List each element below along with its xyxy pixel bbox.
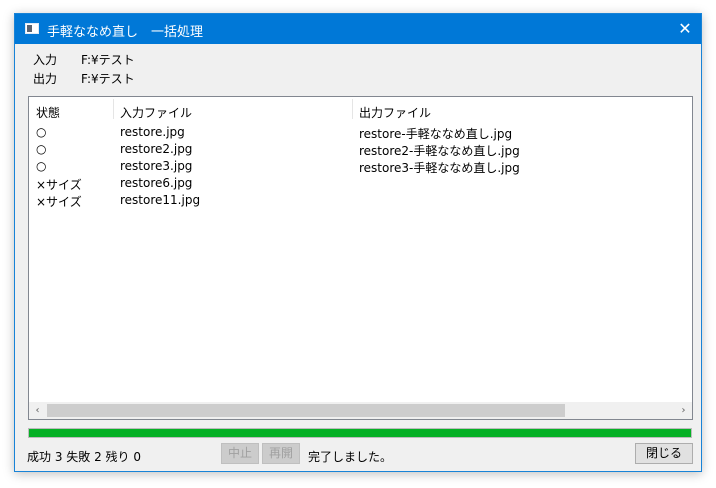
input-file-cell: restore6.jpg bbox=[120, 176, 193, 190]
result-counts: 成功 3 失敗 2 残り 0 bbox=[27, 450, 141, 464]
output-folder-value: F:¥テスト bbox=[81, 72, 135, 86]
input-folder-row: 入力 F:¥テスト bbox=[33, 51, 135, 68]
column-header-state[interactable]: 状態 bbox=[36, 104, 60, 121]
table-row[interactable]: ○ restore.jpg restore-手軽ななめ直し.jpg bbox=[29, 125, 692, 142]
title-bar[interactable]: 手軽ななめ直し 一括処理 ✕ bbox=[15, 14, 701, 44]
app-icon bbox=[25, 23, 39, 34]
status-message: 完了しました。 bbox=[308, 450, 393, 464]
table-row[interactable]: ×サイズ restore11.jpg bbox=[29, 193, 692, 210]
input-file-cell: restore11.jpg bbox=[120, 193, 201, 207]
resume-button[interactable]: 再開 bbox=[262, 443, 300, 464]
input-folder-value: F:¥テスト bbox=[81, 53, 135, 67]
scroll-left-icon[interactable]: ‹ bbox=[29, 402, 46, 419]
column-divider[interactable] bbox=[352, 99, 353, 119]
table-row[interactable]: ○ restore3.jpg restore3-手軽ななめ直し.jpg bbox=[29, 159, 692, 176]
close-window-button[interactable]: ✕ bbox=[669, 14, 701, 44]
input-folder-label: 入力 bbox=[33, 53, 58, 67]
progress-bar bbox=[28, 428, 692, 438]
output-file-cell: restore-手軽ななめ直し.jpg bbox=[359, 127, 513, 141]
window-title: 手軽ななめ直し 一括処理 bbox=[47, 25, 204, 40]
scrollbar-thumb[interactable] bbox=[47, 404, 565, 417]
progress-fill bbox=[29, 429, 691, 437]
table-row[interactable]: ○ restore2.jpg restore2-手軽ななめ直し.jpg bbox=[29, 142, 692, 159]
scroll-right-icon[interactable]: › bbox=[675, 402, 692, 419]
output-file-cell: restore2-手軽ななめ直し.jpg bbox=[359, 144, 520, 158]
state-cell: ○ bbox=[36, 125, 47, 139]
input-file-cell: restore.jpg bbox=[120, 125, 185, 139]
horizontal-scrollbar[interactable]: ‹ › bbox=[29, 402, 692, 419]
file-list[interactable]: 状態 入力ファイル 出力ファイル ○ restore.jpg restore-手… bbox=[28, 96, 693, 420]
table-row[interactable]: ×サイズ restore6.jpg bbox=[29, 176, 692, 193]
state-cell: ○ bbox=[36, 159, 47, 173]
state-cell: ○ bbox=[36, 142, 47, 156]
input-file-cell: restore3.jpg bbox=[120, 159, 193, 173]
close-button[interactable]: 閉じる bbox=[635, 443, 693, 464]
input-file-cell: restore2.jpg bbox=[120, 142, 193, 156]
state-cell: ×サイズ bbox=[36, 178, 82, 192]
stop-button[interactable]: 中止 bbox=[221, 443, 259, 464]
batch-window: 手軽ななめ直し 一括処理 ✕ 入力 F:¥テスト 出力 F:¥テスト 状態 入力ファ… bbox=[14, 13, 702, 472]
state-cell: ×サイズ bbox=[36, 195, 82, 209]
column-header-output[interactable]: 出力ファイル bbox=[359, 104, 431, 121]
output-file-cell: restore3-手軽ななめ直し.jpg bbox=[359, 161, 520, 175]
column-header-input[interactable]: 入力ファイル bbox=[120, 104, 192, 121]
output-folder-row: 出力 F:¥テスト bbox=[33, 70, 135, 87]
column-divider[interactable] bbox=[113, 99, 114, 119]
output-folder-label: 出力 bbox=[33, 72, 58, 86]
